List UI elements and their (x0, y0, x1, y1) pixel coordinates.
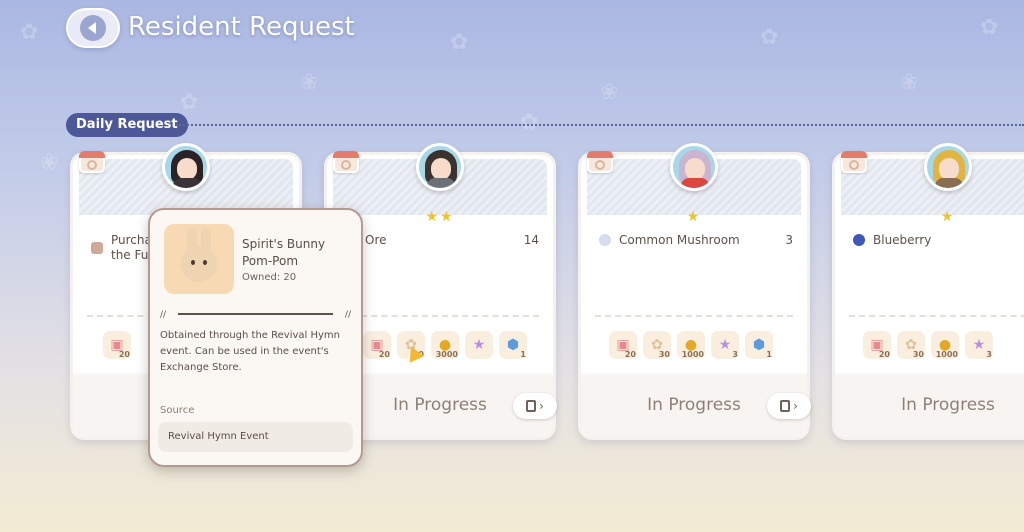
request-card-4[interactable]: ★ Blueberry ▣ 20 ✿ 30 ● 1000 ★ 3 In Progress (832, 143, 1024, 440)
item-description: Obtained through the Revival Hymn event.… (160, 330, 340, 373)
source-value: Revival Hymn Event (158, 422, 353, 452)
reward-coin-icon[interactable]: ● 1000 (931, 331, 959, 359)
request-item: Common Mushroom 3 (599, 233, 793, 247)
reward-coin-icon[interactable]: ● 3000 (431, 331, 459, 359)
request-item-name: Ore (365, 233, 387, 247)
resident-avatar (162, 143, 210, 191)
reward-coin-icon[interactable]: ● 1000 (677, 331, 705, 359)
card-divider (595, 315, 793, 317)
card-divider (849, 315, 1024, 317)
reward-list: ▣ 20 ✿ 30 ● 1000 ★ 3 ⬢ 1 (609, 331, 773, 359)
mushroom-icon (599, 234, 611, 246)
bunny-pom-pom-icon (164, 224, 234, 294)
reward-ticket-icon[interactable]: ▣ 20 (363, 331, 391, 359)
rating-stars: ★ (940, 209, 956, 225)
reward-ticket-icon[interactable]: ▣ 20 (863, 331, 891, 359)
request-item: Blueberry (853, 233, 1024, 247)
request-item: Ore 14 (345, 233, 539, 247)
clipboard-icon (780, 400, 791, 412)
clipboard-button[interactable]: › (767, 393, 811, 419)
request-item-name: Common Mushroom (619, 233, 740, 247)
back-button[interactable] (66, 8, 120, 48)
request-card-3[interactable]: ★ Common Mushroom 3 ▣ 20 ✿ 30 ● 1000 ★ 3 ⬢ 1 … (578, 143, 811, 440)
resident-avatar (670, 143, 718, 191)
calendar-icon (585, 147, 615, 175)
clipboard-icon (526, 400, 537, 412)
card-divider (341, 315, 539, 317)
reward-list: ▣ 20 (103, 331, 131, 359)
status-text: In Progress (901, 395, 995, 415)
page-title: Resident Request (128, 12, 355, 42)
reward-ticket-icon[interactable]: ▣ 20 (609, 331, 637, 359)
calendar-icon (839, 147, 869, 175)
request-item-icon (91, 242, 103, 254)
chevron-right-icon: › (539, 399, 544, 413)
blueberry-icon (853, 234, 865, 246)
clipboard-button[interactable]: › (513, 393, 557, 419)
reward-ticket-icon[interactable]: ▣ 20 (103, 331, 131, 359)
request-item-name: Blueberry (873, 233, 932, 247)
calendar-icon (77, 147, 107, 175)
reward-badge-icon[interactable]: ⬢ 1 (745, 331, 773, 359)
reward-star-icon[interactable]: ★ 3 (711, 331, 739, 359)
reward-list: ▣ 20 ✿ 30 ● 1000 ★ 3 (863, 331, 993, 359)
item-owned-count: Owned: 20 (242, 272, 297, 283)
source-label: Source (160, 405, 195, 416)
reward-bunny-icon[interactable]: ✿ 30 (643, 331, 671, 359)
reward-star-icon[interactable]: ★ 3 (965, 331, 993, 359)
calendar-icon (331, 147, 361, 175)
resident-avatar (924, 143, 972, 191)
resident-avatar (416, 143, 464, 191)
section-label: Daily Request (66, 113, 188, 137)
rating-stars: ★ (686, 209, 702, 225)
reward-list: ▣ 20 ✿ 30 ● 3000 ★ ⬢ 1 (363, 331, 527, 359)
reward-star-icon[interactable]: ★ (465, 331, 493, 359)
item-name: Spirit's Bunny Pom-Pom (242, 237, 326, 268)
section-divider (176, 124, 1024, 126)
item-tooltip: Spirit's Bunny Pom-Pom Owned: 20 //// Ob… (148, 208, 363, 467)
request-item-qty: 14 (523, 233, 539, 247)
chevron-right-icon: › (793, 399, 798, 413)
request-item-qty: 3 (785, 233, 793, 247)
reward-bunny-icon[interactable]: ✿ 30 (897, 331, 925, 359)
reward-badge-icon[interactable]: ⬢ 1 (499, 331, 527, 359)
tooltip-divider: //// (160, 310, 351, 320)
back-arrow-icon (80, 15, 106, 41)
